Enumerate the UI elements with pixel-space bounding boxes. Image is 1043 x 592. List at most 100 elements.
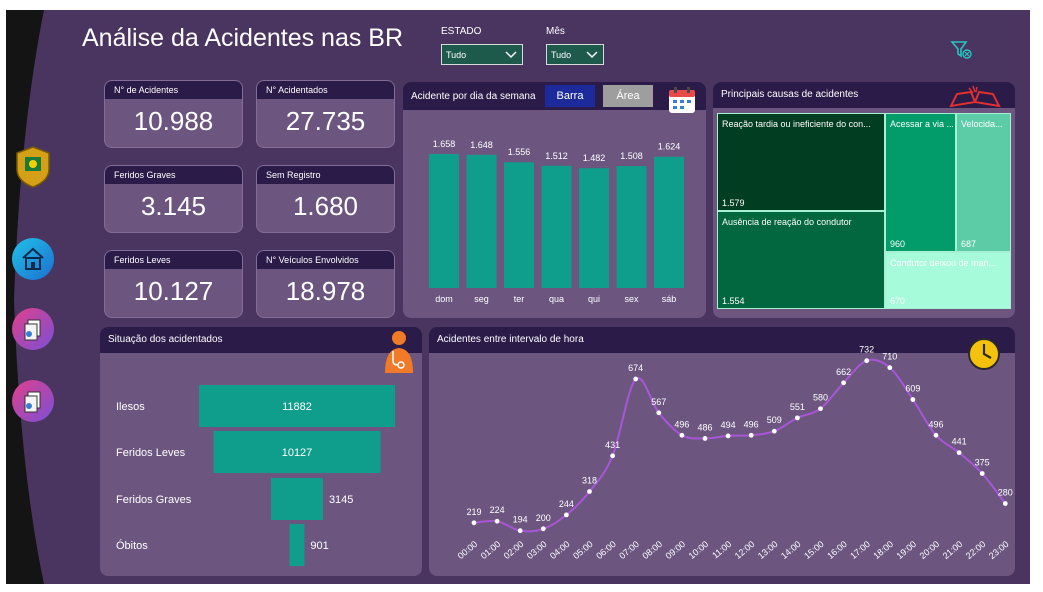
data-point xyxy=(748,432,754,438)
home-icon[interactable] xyxy=(12,238,54,280)
x-tick-label: 00:00 xyxy=(456,539,480,561)
x-tick-label: 06:00 xyxy=(594,539,618,561)
estado-filter-label: ESTADO xyxy=(441,26,482,37)
kpi-label: N° Veículos Envolvidos xyxy=(257,251,394,269)
funnel-category-label: Feridos Leves xyxy=(116,447,186,459)
report-icon[interactable] xyxy=(12,308,54,350)
data-point xyxy=(540,526,546,532)
treemap-cell-value: 960 xyxy=(890,239,906,249)
bar-qua xyxy=(541,165,572,288)
x-tick-label: 08:00 xyxy=(640,539,664,561)
treemap-cell[interactable]: Ausência de reação do condutor 1.554 xyxy=(717,211,885,309)
x-tick-label: 11:00 xyxy=(710,539,733,561)
kpi-label: Sem Registro xyxy=(257,166,394,184)
treemap-cell-label: Ausência de reação do condutor xyxy=(722,217,852,227)
status-funnel-chart: Ilesos 11882 Feridos Leves 10127 Feridos Gra… xyxy=(116,385,395,566)
data-point xyxy=(471,520,477,526)
data-point xyxy=(656,410,662,416)
treemap-cell[interactable]: Condutor deixou de man... 670 xyxy=(885,252,1011,309)
x-tick-label: 05:00 xyxy=(571,539,595,561)
car-crash-icon xyxy=(947,84,1003,115)
point-data-label: 674 xyxy=(628,363,643,373)
funnel-value-label: 10127 xyxy=(282,447,313,459)
point-data-label: 732 xyxy=(859,345,874,355)
left-nav-rail xyxy=(6,10,86,584)
x-tick-label: 03:00 xyxy=(525,539,549,561)
data-point xyxy=(610,453,615,459)
treemap-cell[interactable]: Velocida... 687 xyxy=(956,113,1011,252)
data-point xyxy=(841,380,846,386)
funnel-value-label: 11882 xyxy=(282,401,312,413)
kpi-card-veiculos: N° Veículos Envolvidos 18.978 xyxy=(256,250,395,318)
weekday-bar-chart: 1.658 dom 1.648 seg 1.556 ter 1.512 qua 1.482 qui… xyxy=(429,139,684,304)
point-data-label: 244 xyxy=(559,499,574,509)
x-tick-label: seg xyxy=(474,294,489,304)
data-point xyxy=(864,358,870,364)
point-data-label: 496 xyxy=(928,419,943,429)
clear-filter-icon[interactable] xyxy=(950,40,974,65)
kpi-card-acidentes: N° de Acidentes 10.988 xyxy=(104,80,243,148)
data-point xyxy=(517,528,523,534)
point-data-label: 551 xyxy=(790,402,805,412)
x-tick-label: 21:00 xyxy=(941,539,965,561)
mes-filter-label: Mês xyxy=(546,26,565,37)
treemap-cell[interactable]: Acessar a via ... 960 xyxy=(885,113,956,252)
point-data-label: 200 xyxy=(536,513,551,523)
funnel-value-label: 901 xyxy=(310,540,328,552)
funnel-category-label: Ilesos xyxy=(116,401,145,413)
bar-qui xyxy=(579,168,609,288)
bar-sáb xyxy=(654,156,684,288)
report-icon[interactable] xyxy=(12,380,54,422)
point-data-label: 224 xyxy=(490,505,505,515)
bar-data-label: 1.512 xyxy=(545,151,568,161)
kpi-value: 27.735 xyxy=(285,106,366,136)
x-tick-label: 18:00 xyxy=(871,539,895,561)
data-point xyxy=(679,432,685,438)
x-tick-label: 09:00 xyxy=(663,539,687,561)
kpi-card-feridos-graves: Feridos Graves 3.145 xyxy=(104,165,243,233)
bar-ter xyxy=(504,162,534,288)
bar-sex xyxy=(616,166,647,288)
data-point xyxy=(494,518,500,524)
x-tick-label: 07:00 xyxy=(617,539,641,561)
point-data-label: 441 xyxy=(952,437,967,447)
hour-line-chart: 219 00:00 224 01:00 194 02:00 200 03:00 244 04:00… xyxy=(456,345,1013,561)
funnel-category-label: Óbitos xyxy=(116,539,148,552)
x-tick-label: 22:00 xyxy=(964,539,988,561)
mes-filter-select[interactable]: Tudo xyxy=(546,44,604,65)
data-point xyxy=(771,428,777,434)
funnel-value-label: 3145 xyxy=(329,494,353,506)
treemap-cell[interactable]: Reação tardia ou ineficiente do con... 1.… xyxy=(717,113,885,211)
x-tick-label: dom xyxy=(435,294,453,304)
bar-data-label: 1.658 xyxy=(433,139,456,149)
point-data-label: 219 xyxy=(466,507,481,517)
estado-filter-select[interactable]: Tudo xyxy=(441,44,523,65)
causes-panel: Principais causas de acidentes Reação ta… xyxy=(713,82,1015,318)
kpi-value: 10.127 xyxy=(133,276,214,306)
x-tick-label: 23:00 xyxy=(987,539,1011,561)
funnel-bar xyxy=(289,524,305,566)
x-tick-label: 13:00 xyxy=(756,539,780,561)
point-data-label: 609 xyxy=(905,384,920,394)
bar-data-label: 1.508 xyxy=(620,151,643,161)
bar-seg xyxy=(466,154,497,288)
x-tick-label: 02:00 xyxy=(502,539,526,561)
point-data-label: 509 xyxy=(767,415,782,425)
bar-data-label: 1.648 xyxy=(470,140,493,150)
point-data-label: 280 xyxy=(998,488,1013,498)
kpi-label: Feridos Leves xyxy=(105,251,242,269)
data-point xyxy=(956,450,962,456)
page-title: Análise da Acidentes nas BR xyxy=(82,24,404,52)
point-data-label: 431 xyxy=(605,440,620,450)
x-tick-label: qua xyxy=(549,294,564,304)
kpi-card-acidentados: N° Acidentados 27.735 xyxy=(256,80,395,148)
data-point xyxy=(818,406,823,412)
point-data-label: 662 xyxy=(836,367,851,377)
bar-dom xyxy=(429,154,459,288)
point-data-label: 580 xyxy=(813,393,828,403)
kpi-value: 3.145 xyxy=(140,191,207,221)
data-point xyxy=(795,415,800,421)
x-tick-label: 04:00 xyxy=(548,539,572,561)
hour-panel: Acidentes entre intervalo de hora 219 00:… xyxy=(429,327,1015,576)
x-tick-label: 01:00 xyxy=(479,539,503,561)
